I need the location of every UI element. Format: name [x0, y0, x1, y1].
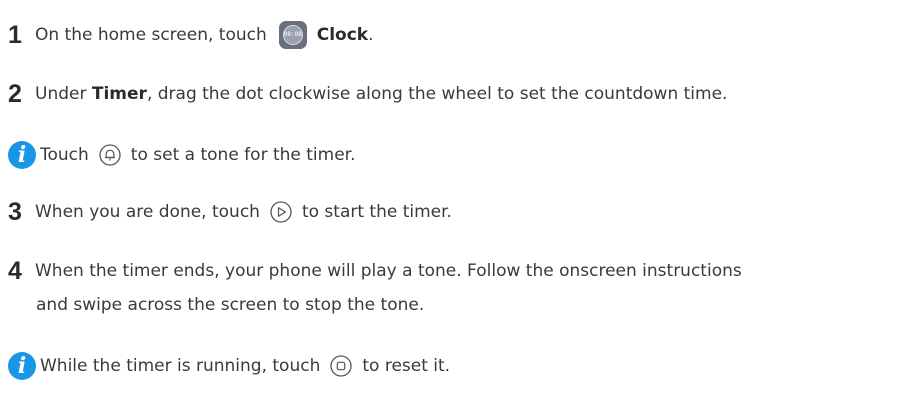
- bell-icon: [99, 144, 121, 166]
- tip-1: i Touch to set a tone for the timer.: [8, 141, 356, 169]
- timer-label: Timer: [91, 84, 147, 104]
- step-text: Under: [35, 84, 87, 104]
- step-text-end: to start the timer.: [301, 202, 452, 222]
- step-number: 4: [8, 257, 22, 285]
- clock-app-icon: 08:08: [278, 21, 307, 49]
- step-number: 3: [8, 198, 22, 226]
- step-text-end: .: [368, 25, 374, 45]
- info-icon: i: [8, 352, 36, 380]
- step-number: 1: [8, 21, 22, 49]
- tip-text-end: to reset it.: [362, 356, 451, 376]
- tip-text: Touch: [40, 145, 89, 165]
- step-3: 3 When you are done, touch to start the …: [8, 198, 452, 226]
- info-icon: i: [8, 141, 36, 169]
- stop-icon: [330, 355, 353, 377]
- step-text: When the timer ends, your phone will pla…: [35, 261, 742, 281]
- clock-label: Clock: [316, 25, 369, 45]
- step-text-end: , drag the dot clockwise along the wheel…: [146, 84, 728, 104]
- tip-text-end: to set a tone for the timer.: [130, 145, 356, 165]
- step-text: On the home screen, touch: [35, 25, 267, 45]
- step-text: and swipe across the screen to stop the …: [36, 295, 425, 315]
- step-4-continued: and swipe across the screen to stop the …: [36, 293, 424, 317]
- play-icon: [270, 201, 292, 223]
- step-1: 1 On the home screen, touch 08:08 Clock …: [8, 21, 374, 49]
- tip-2: i While the timer is running, touch to r…: [8, 352, 450, 380]
- step-number: 2: [8, 80, 22, 108]
- step-4: 4 When the timer ends, your phone will p…: [8, 257, 742, 285]
- tip-text: While the timer is running, touch: [40, 356, 321, 376]
- step-2: 2 Under Timer, drag the dot clockwise al…: [8, 80, 728, 108]
- clock-app-icon-label: 08:08: [283, 31, 302, 38]
- step-text: When you are done, touch: [35, 202, 260, 222]
